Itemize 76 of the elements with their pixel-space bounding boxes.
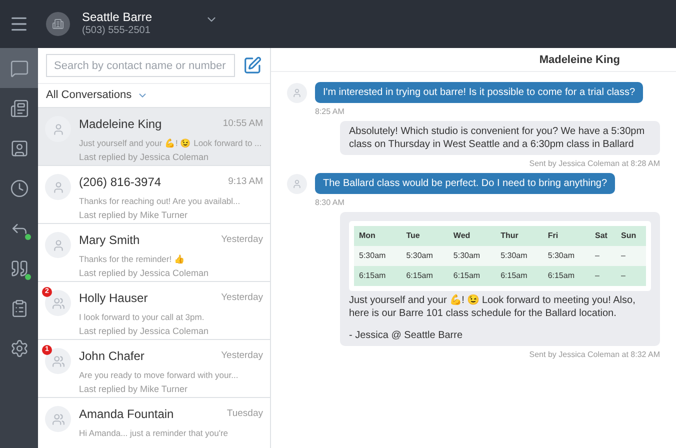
avatar-icon bbox=[45, 348, 71, 374]
avatar-icon bbox=[287, 82, 307, 102]
message-preview: Just yourself and your 💪! 😉 Look forward to ... bbox=[79, 137, 263, 149]
table-cell: 5:30am bbox=[354, 246, 402, 266]
avatar-icon bbox=[287, 174, 307, 194]
message-time: 8:25 AM bbox=[315, 106, 346, 118]
contact-name: Madeleine King bbox=[79, 116, 162, 133]
message-text: Just yourself and your 💪! 😉 Look forward to meeting you! Also, here is our Barre 101 class schedule for the Ballard location. bbox=[349, 294, 636, 320]
account-name: Seattle Barre bbox=[82, 10, 152, 26]
last-replied-text: Last replied by Jessica Coleman bbox=[79, 151, 210, 163]
conversation-time: 10:55 AM bbox=[222, 116, 263, 131]
account-phone: (503) 555-2501 bbox=[82, 25, 152, 38]
clock-icon bbox=[10, 178, 28, 198]
table-header: Thur bbox=[496, 226, 543, 246]
table-cell: 6:15am bbox=[496, 266, 543, 286]
clipboard-icon bbox=[10, 298, 28, 318]
table-cell: 6:15am bbox=[448, 266, 496, 286]
quote-icon bbox=[10, 258, 28, 278]
incoming-message-bubble: The Ballard class would be perfect. Do I need to bring anything? bbox=[315, 173, 616, 194]
table-header: Fri bbox=[542, 226, 590, 246]
table-header: Wed bbox=[448, 226, 496, 246]
avatar-icon bbox=[45, 174, 71, 200]
account-avatar-icon bbox=[46, 12, 70, 36]
chat-bubble-icon bbox=[10, 58, 28, 78]
contact-name: (206) 816-3974 bbox=[79, 174, 162, 191]
avatar-icon bbox=[45, 116, 71, 142]
table-header: Mon bbox=[354, 226, 402, 246]
search-field[interactable]: Search by contact name or number bbox=[46, 54, 236, 77]
last-replied-text: Last replied by Mike Turner bbox=[79, 209, 189, 221]
message-time: 8:30 AM bbox=[315, 197, 346, 209]
newspaper-icon bbox=[10, 98, 28, 118]
contact-name: Holly Hauser bbox=[79, 290, 148, 307]
last-replied-text: Last replied by Jessica Coleman bbox=[79, 325, 210, 337]
message-preview: I look forward to your call at 3pm. bbox=[79, 311, 206, 323]
message-preview: Thanks for reaching out! Are you availabl... bbox=[79, 195, 242, 207]
table-cell: 5:30am bbox=[448, 246, 496, 266]
table-cell: 5:30am bbox=[496, 246, 543, 266]
last-replied-text: Last replied by Jessica Coleman bbox=[79, 267, 210, 279]
conversation-item[interactable]: Madeleine King 10:55 AM Just yourself and your 💪! 😉 Look forward to ... Last replied by Jessica Coleman bbox=[38, 108, 270, 166]
message-sent-info: Sent by Jessica Coleman at 8:32 AM bbox=[529, 349, 660, 361]
table-header: Sat bbox=[590, 226, 616, 246]
filter-dropdown[interactable]: All Conversations bbox=[46, 87, 132, 104]
table-cell: 6:15am bbox=[401, 266, 448, 286]
contact-card-icon bbox=[10, 138, 28, 158]
message-signature: - Jessica @ Seattle Barre bbox=[349, 329, 464, 342]
conversation-time: Yesterday bbox=[221, 290, 263, 305]
message-preview: Thanks for the reminder! 👍 bbox=[79, 253, 186, 265]
table-cell: – bbox=[590, 266, 616, 286]
compose-icon[interactable] bbox=[243, 56, 262, 75]
table-cell: 6:15am bbox=[354, 266, 402, 286]
contact-name: John Chafer bbox=[79, 348, 144, 365]
avatar-icon bbox=[45, 406, 71, 432]
avatar-icon bbox=[45, 232, 71, 258]
avatar-icon bbox=[45, 290, 71, 316]
table-header: Tue bbox=[401, 226, 448, 246]
conversation-time: Yesterday bbox=[221, 232, 263, 247]
conversation-time: Tuesday bbox=[226, 406, 263, 421]
table-cell: 5:30am bbox=[542, 246, 590, 266]
table-cell: – bbox=[590, 246, 616, 266]
table-cell: 5:30am bbox=[401, 246, 448, 266]
table-cell: – bbox=[616, 246, 646, 266]
conversation-time: Yesterday bbox=[221, 348, 263, 363]
table-cell: – bbox=[616, 266, 646, 286]
message-sent-info: Sent by Jessica Coleman at 8:28 AM bbox=[529, 158, 660, 170]
last-replied-text: Last replied by Mike Turner bbox=[79, 383, 189, 395]
message-preview: Hi Amanda... just a reminder that you're bbox=[79, 427, 230, 439]
table-cell: 6:15am bbox=[542, 266, 590, 286]
message-preview: Are you ready to move forward with your... bbox=[79, 369, 240, 381]
settings-icon bbox=[10, 338, 28, 358]
table-header: Sun bbox=[616, 226, 646, 246]
incoming-message-bubble: I'm interested in trying out barre! Is it possible to come for a trial class? bbox=[315, 82, 644, 103]
chat-title: Madeleine King bbox=[539, 53, 620, 68]
conversation-time: 9:13 AM bbox=[228, 174, 263, 189]
message-text: Absolutely! Which studio is convenient for you? We have a 5:30pm class on Thursday in West Seattle and a 6:30pm class in Ballard bbox=[349, 125, 646, 151]
contact-name: Amanda Fountain bbox=[79, 406, 174, 423]
contact-name: Mary Smith bbox=[79, 232, 140, 249]
